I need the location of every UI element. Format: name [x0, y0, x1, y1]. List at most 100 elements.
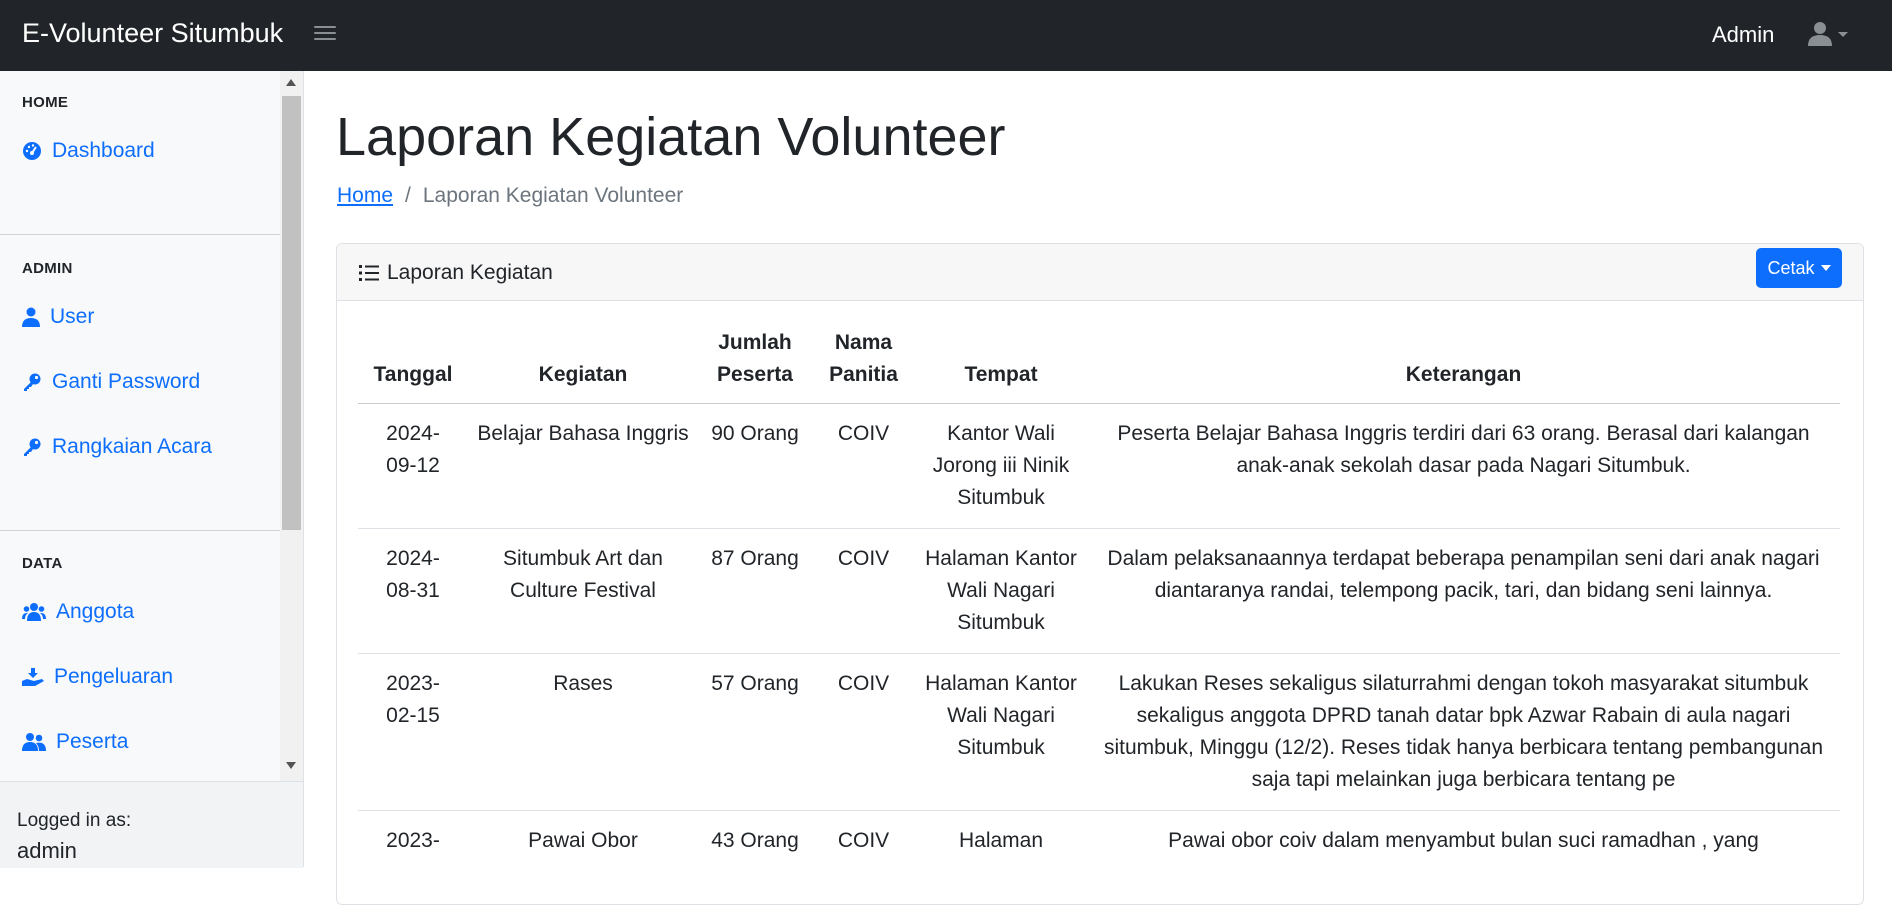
- cell-tanggal: 2024- 09-12: [358, 403, 468, 529]
- header-kegiatan[interactable]: Kegiatan: [468, 321, 698, 404]
- sidebar-scrollbar[interactable]: [280, 71, 303, 781]
- cell-text: 2023-: [386, 672, 440, 695]
- cell-kegiatan: Rases: [468, 653, 698, 811]
- user-dropdown-button[interactable]: [1806, 20, 1856, 50]
- cell-text: 02-15: [386, 704, 440, 727]
- sidebar-item-peserta[interactable]: Peserta: [22, 730, 128, 754]
- sidebar-item-label: Rangkaian Acara: [52, 435, 212, 458]
- breadcrumb: Home / Laporan Kegiatan Volunteer: [337, 184, 683, 208]
- caret-down-icon: [1838, 32, 1848, 37]
- table-row: 2023- 02-15 Rases 57 Orang COIV Halaman …: [358, 653, 1840, 811]
- cell-text: 2024-: [386, 422, 440, 445]
- cell-jumlah: 90 Orang: [698, 403, 812, 529]
- cell-tempat: Kantor Wali Jorong iii Ninik Situmbuk: [915, 403, 1087, 529]
- cell-keterangan: Dalam pelaksanaannya terdapat beberapa p…: [1087, 528, 1840, 654]
- table-row: 2023- Pawai Obor 43 Orang COIV Halaman P…: [358, 811, 1840, 872]
- sidebar-item-rangkaian-acara[interactable]: Rangkaian Acara: [22, 435, 212, 459]
- sidebar-item-user[interactable]: User: [22, 305, 94, 329]
- cell-kegiatan: Pawai Obor: [528, 829, 638, 852]
- cell-text: 08-31: [386, 579, 440, 602]
- report-card: Laporan Kegiatan Cetak Tanggal Kegiatan …: [336, 243, 1864, 905]
- key-icon: [24, 438, 41, 456]
- card-title: Laporan Kegiatan: [359, 261, 553, 285]
- page-title: Laporan Kegiatan Volunteer: [336, 107, 1006, 167]
- table-row: 2024- 09-12 Belajar Bahasa Inggris 90 Or…: [358, 403, 1840, 529]
- card-header: Laporan Kegiatan Cetak: [337, 244, 1863, 301]
- header-text: Peserta: [717, 363, 793, 386]
- users-icon: [22, 733, 46, 751]
- sidebar-item-pengeluaran[interactable]: Pengeluaran: [22, 665, 173, 689]
- scroll-down-arrow-icon[interactable]: [286, 762, 296, 769]
- cell-panitia: COIV: [812, 403, 915, 529]
- sidebar-divider: [0, 530, 280, 531]
- top-navbar: E-Volunteer Situmbuk Admin: [0, 0, 1892, 71]
- report-table: Tanggal Kegiatan Jumlah Peserta Nama Pan…: [358, 321, 1840, 871]
- header-text: Panitia: [829, 363, 898, 386]
- sidebar-heading-home: HOME: [22, 94, 69, 111]
- header-text: Nama: [834, 331, 893, 354]
- breadcrumb-home-link[interactable]: Home: [337, 184, 393, 208]
- cell-text: 2023-: [386, 829, 440, 852]
- cell-text: 09-12: [386, 454, 440, 477]
- caret-down-icon: [1820, 265, 1831, 271]
- sidebar-item-label: Peserta: [56, 730, 129, 753]
- logged-in-label: Logged in as:: [17, 810, 132, 831]
- cell-text: Lakukan Reses sekaligus silaturrahmi den…: [1103, 672, 1824, 791]
- sidebar-heading-admin: ADMIN: [22, 260, 73, 277]
- header-keterangan[interactable]: Keterangan: [1087, 321, 1840, 404]
- header-nama-panitia[interactable]: Nama Panitia: [812, 321, 915, 404]
- cell-jumlah: 43 Orang: [711, 829, 799, 852]
- navbar-user-label: Admin: [1712, 22, 1775, 47]
- list-icon: [359, 265, 379, 281]
- card-title-text: Laporan Kegiatan: [387, 261, 553, 284]
- dashboard-icon: [23, 142, 41, 160]
- breadcrumb-separator: /: [405, 184, 411, 207]
- cell-tanggal: 2024- 08-31: [358, 528, 468, 654]
- sidebar-divider: [0, 234, 280, 235]
- sidebar-item-dashboard[interactable]: Dashboard: [22, 139, 155, 163]
- users-icon: [22, 603, 46, 621]
- sidebar-toggle-icon[interactable]: [314, 22, 336, 44]
- sidebar-item-ganti-password[interactable]: Ganti Password: [22, 370, 200, 394]
- logged-in-user: admin: [17, 838, 77, 863]
- sidebar-item-label: Anggota: [56, 600, 135, 623]
- sidebar-item-anggota[interactable]: Anggota: [22, 600, 134, 624]
- cell-text: Peserta Belajar Bahasa Inggris terdiri d…: [1117, 422, 1810, 477]
- cetak-dropdown-button[interactable]: Cetak: [1756, 248, 1842, 288]
- cell-kegiatan: Situmbuk Art dan Culture Festival: [468, 528, 698, 654]
- scrollbar-thumb[interactable]: [282, 96, 301, 530]
- cell-panitia: COIV: [837, 829, 890, 852]
- sidebar-item-label: Dashboard: [52, 139, 155, 162]
- cell-tempat: Halaman: [958, 829, 1044, 852]
- header-tanggal[interactable]: Tanggal: [358, 321, 468, 404]
- scroll-up-arrow-icon[interactable]: [286, 79, 296, 86]
- cell-jumlah: 57 Orang: [698, 653, 812, 811]
- cell-panitia: COIV: [812, 528, 915, 654]
- cell-kegiatan: Belajar Bahasa Inggris: [468, 403, 698, 529]
- cell-keterangan: Lakukan Reses sekaligus silaturrahmi den…: [1087, 653, 1840, 811]
- user-icon: [22, 307, 40, 327]
- header-tempat[interactable]: Tempat: [915, 321, 1087, 404]
- table-header-row: Tanggal Kegiatan Jumlah Peserta Nama Pan…: [358, 321, 1840, 404]
- header-jumlah-peserta[interactable]: Jumlah Peserta: [698, 321, 812, 404]
- sidebar-item-label: Ganti Password: [52, 370, 201, 393]
- cell-jumlah: 87 Orang: [698, 528, 812, 654]
- sidebar: HOME Dashboard ADMIN User Ganti Password…: [0, 71, 304, 868]
- cell-tempat: Halaman Kantor Wali Nagari Situmbuk: [915, 653, 1087, 811]
- cell-keterangan: Pawai obor coiv dalam menyambut bulan su…: [1087, 811, 1840, 872]
- hand-coins-icon: [22, 668, 44, 686]
- header-text: Jumlah: [718, 331, 792, 354]
- sidebar-footer: Logged in as: admin: [0, 781, 303, 868]
- cell-text: Pawai obor coiv dalam menyambut bulan su…: [1168, 829, 1759, 852]
- cell-panitia: COIV: [812, 653, 915, 811]
- breadcrumb-current: Laporan Kegiatan Volunteer: [422, 184, 684, 207]
- sidebar-item-label: Pengeluaran: [54, 665, 174, 688]
- cell-keterangan: Peserta Belajar Bahasa Inggris terdiri d…: [1087, 403, 1840, 529]
- cell-text: 2024-: [386, 547, 440, 570]
- brand-title[interactable]: E-Volunteer Situmbuk: [22, 18, 283, 49]
- cell-tanggal: 2023-: [358, 811, 468, 872]
- cetak-button-label: Cetak: [1767, 257, 1815, 278]
- cell-tanggal: 2023- 02-15: [358, 653, 468, 811]
- sidebar-item-label: User: [50, 305, 95, 328]
- user-icon: [1808, 22, 1848, 46]
